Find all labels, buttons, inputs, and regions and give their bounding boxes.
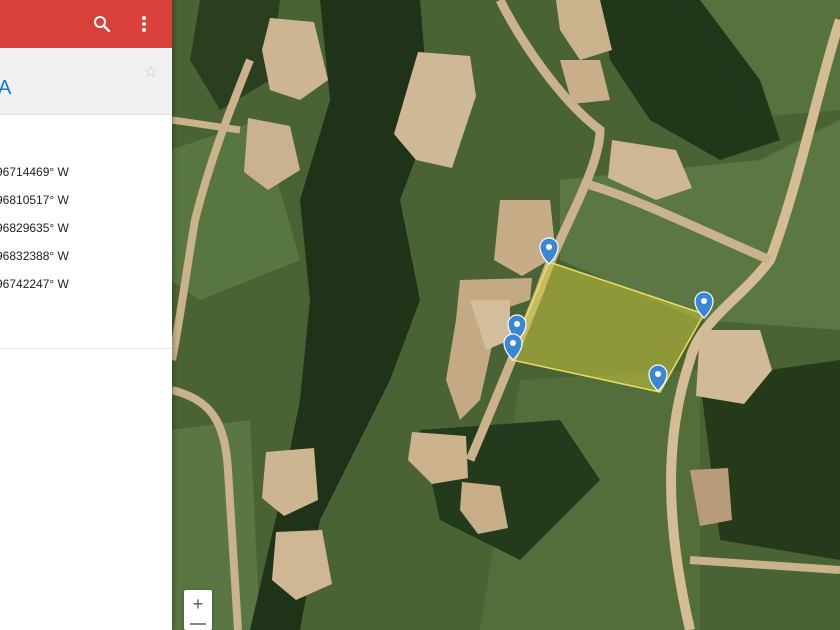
divider: [0, 348, 172, 349]
star-outline-icon[interactable]: ☆: [144, 62, 158, 82]
more-vert-icon[interactable]: [132, 12, 156, 36]
coordinate-item[interactable]: 96810517° W: [0, 186, 172, 214]
coordinate-list: 96714469° W 96810517° W 96829635° W 9683…: [0, 158, 172, 298]
search-icon[interactable]: [90, 12, 114, 36]
side-panel: A ☆ 96714469° W 96810517° W 96829635° W …: [0, 0, 172, 630]
app-toolbar: [0, 0, 172, 48]
coordinate-item[interactable]: 96742247° W: [0, 270, 172, 298]
coordinate-item[interactable]: 96832388° W: [0, 242, 172, 270]
project-title[interactable]: A: [0, 78, 11, 98]
zoom-in-button[interactable]: +: [184, 590, 212, 618]
coordinate-item[interactable]: 96829635° W: [0, 214, 172, 242]
coordinate-item[interactable]: 96714469° W: [0, 158, 172, 186]
zoom-control: +: [184, 590, 212, 630]
zoom-out-button[interactable]: [190, 623, 206, 625]
